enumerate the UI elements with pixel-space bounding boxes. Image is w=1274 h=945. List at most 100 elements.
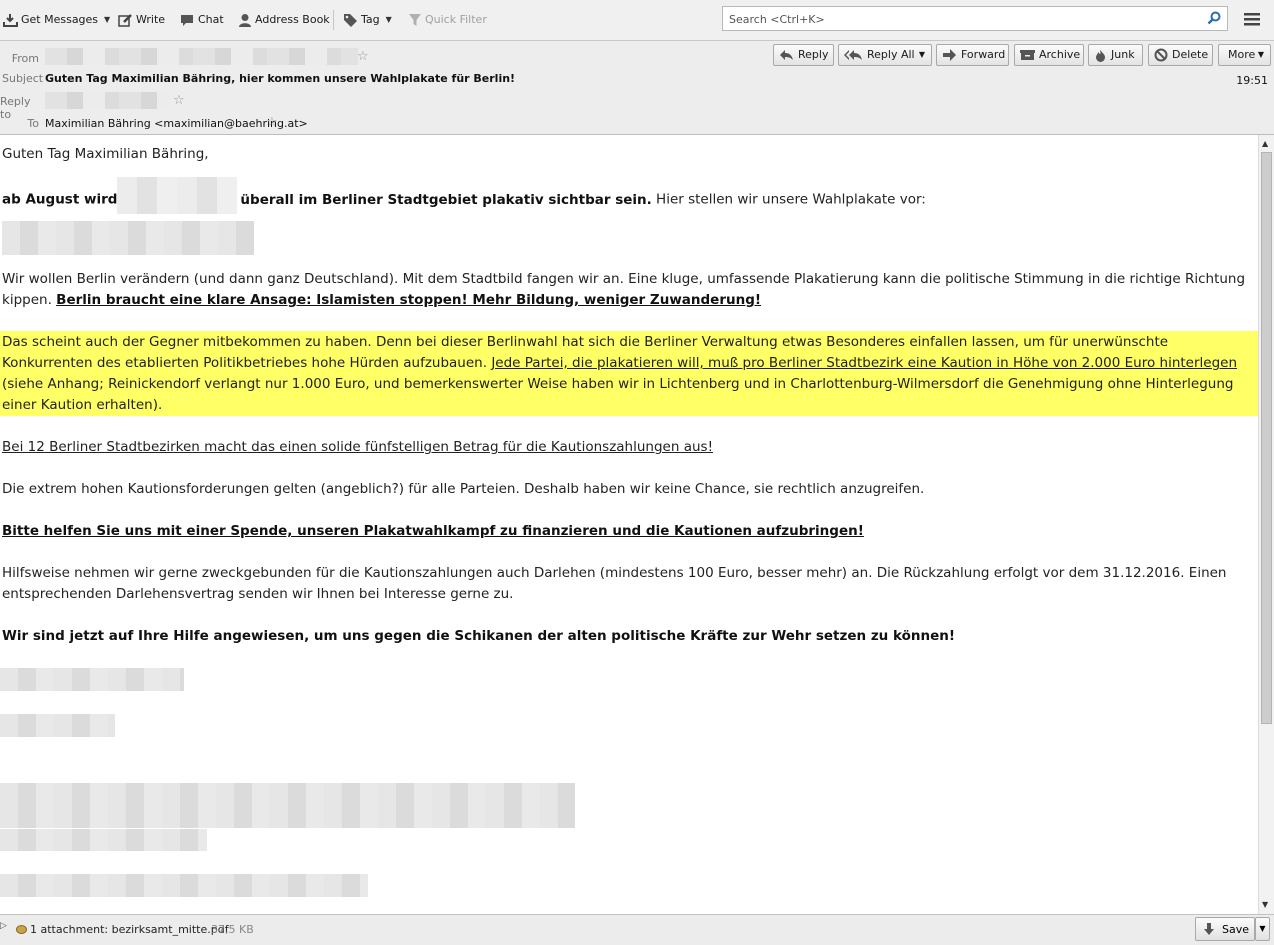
scroll-down-icon[interactable]: ▼: [1262, 900, 1268, 909]
star-icon[interactable]: ☆: [266, 116, 278, 129]
deposit-underlined: Jede Partei, die plakatieren will, muß p…: [491, 355, 1238, 371]
address-book-label: Address Book: [255, 13, 330, 26]
chat-bubble-icon: [181, 15, 193, 26]
chat-button[interactable]: Chat: [179, 11, 224, 29]
signature-redacted-1: [0, 668, 184, 691]
message-body: Guten Tag Maximilian Bähring, ab August …: [0, 135, 1258, 914]
star-icon[interactable]: ☆: [357, 50, 369, 63]
deposit-rest: (siehe Anhang; Reinickendorf verlangt nu…: [2, 376, 1234, 413]
reply-all-button[interactable]: Reply All ▼: [838, 44, 932, 66]
message-time: 19:51: [1236, 74, 1268, 87]
expand-triangle-icon[interactable]: ▷: [0, 921, 7, 931]
signature-redacted-3: [0, 783, 575, 828]
scroll-thumb[interactable]: [1261, 152, 1272, 724]
change-berlin-slogan: Berlin braucht eine klare Ansage: Islami…: [56, 292, 762, 308]
get-messages-label: Get Messages: [21, 13, 99, 26]
greeting-text: Guten Tag Maximilian Bähring,: [2, 146, 209, 162]
greeting: Guten Tag Maximilian Bähring,: [2, 144, 1256, 165]
write-button[interactable]: Write: [118, 11, 165, 29]
delete-label: Delete: [1172, 48, 1209, 61]
chevron-down-icon: ▼: [1259, 924, 1266, 933]
search-input[interactable]: [727, 10, 1201, 29]
paragraph-deposit: Das scheint auch der Gegner mitbekommen …: [2, 332, 1256, 416]
pencil-icon: [118, 14, 132, 27]
delete-button[interactable]: Delete: [1148, 44, 1213, 66]
app-menu-button[interactable]: [1243, 11, 1261, 30]
quick-filter-button[interactable]: Quick Filter: [408, 11, 487, 29]
to-label: To: [27, 117, 39, 130]
reply-arrow-icon: [780, 50, 793, 60]
tag-icon: [344, 14, 357, 27]
all-parties-text: Die extrem hohen Kautionsforderungen gel…: [2, 481, 925, 497]
download-arrow-icon: [1204, 922, 1214, 935]
search-icon[interactable]: [1207, 11, 1221, 25]
subject-label: Subject: [2, 72, 44, 85]
reply-button[interactable]: Reply: [773, 44, 834, 66]
paragraph-intro: ab August wird überall im Berliner Stadtg…: [2, 177, 1256, 214]
intro-bold-b: überall im Berliner Stadtgebiet plakativ…: [240, 191, 652, 208]
scroll-up-icon[interactable]: ▲: [1262, 139, 1268, 148]
attachment-bar: ▷ 1 attachment: bezirksamt_mitte.pdf 37,…: [0, 914, 1274, 945]
junk-flame-icon: [1096, 49, 1105, 62]
hamburger-menu-icon: [1244, 13, 1260, 26]
loans-text: Hilfsweise nehmen wir gerne zweckgebunde…: [2, 565, 1227, 602]
download-icon: [3, 14, 18, 27]
forward-arrow-icon: [943, 49, 956, 61]
save-dropdown-button[interactable]: ▼: [1255, 917, 1270, 941]
reply-label: Reply: [798, 48, 829, 61]
archive-button[interactable]: Archive: [1014, 44, 1084, 66]
paragraph-closing: Wir sind jetzt auf Ihre Hilfe angewiesen…: [2, 626, 1256, 647]
from-label: From: [11, 52, 39, 65]
chevron-down-icon[interactable]: ▼: [104, 11, 110, 29]
main-toolbar: Get Messages ▼ Write Chat Address Book T…: [0, 0, 1274, 41]
save-attachment-button[interactable]: Save: [1195, 917, 1255, 941]
attachment-size: 37,5 KB: [211, 923, 254, 936]
search-box[interactable]: [722, 6, 1228, 31]
more-button[interactable]: More ▼: [1218, 44, 1271, 66]
paragraph-districts: Bei 12 Berliner Stadtbezirken macht das …: [2, 437, 1256, 458]
tag-label: Tag: [361, 13, 380, 26]
write-label: Write: [136, 13, 166, 26]
tag-button[interactable]: Tag ▼: [343, 11, 392, 29]
toolbar-separator: [333, 10, 334, 30]
more-label: More: [1228, 48, 1256, 61]
archive-box-icon: [1020, 50, 1035, 60]
reply-all-label: Reply All: [867, 48, 915, 61]
poster-image-redacted: [2, 221, 254, 255]
reply-to-value-redacted: [45, 92, 170, 109]
signature-redacted-2: [0, 714, 115, 737]
chevron-down-icon[interactable]: ▼: [386, 11, 392, 29]
junk-label: Junk: [1111, 48, 1135, 61]
get-messages-button[interactable]: Get Messages ▼: [3, 11, 110, 29]
address-book-button[interactable]: Address Book: [238, 11, 330, 29]
signature-redacted-5: [0, 874, 368, 897]
paragraph-all-parties: Die extrem hohen Kautionsforderungen gel…: [2, 479, 1256, 500]
junk-button[interactable]: Junk: [1088, 44, 1143, 66]
delete-circle-icon: [1154, 48, 1168, 62]
quick-filter-label: Quick Filter: [425, 13, 487, 26]
signature-redacted-4: [0, 829, 207, 851]
districts-text: Bei 12 Berliner Stadtbezirken macht das …: [2, 439, 713, 455]
party-name-redacted: [117, 177, 238, 214]
from-value-redacted: [45, 48, 358, 65]
paragraph-donation-appeal: Bitte helfen Sie uns mit einer Spende, u…: [2, 521, 1256, 542]
forward-button[interactable]: Forward: [936, 44, 1009, 66]
message-header: From ☆ Subject Guten Tag Maximilian Bähr…: [0, 41, 1274, 135]
paperclip-icon: [16, 925, 27, 934]
forward-label: Forward: [961, 48, 1006, 61]
chevron-down-icon[interactable]: ▼: [919, 45, 925, 65]
subject-value: Guten Tag Maximilian Bähring, hier komme…: [45, 72, 516, 85]
closing-text: Wir sind jetzt auf Ihre Hilfe angewiesen…: [2, 628, 956, 644]
archive-label: Archive: [1039, 48, 1081, 61]
vertical-scrollbar[interactable]: ▲ ▼: [1258, 135, 1274, 914]
intro-rest: Hier stellen wir unsere Wahlplakate vor:: [651, 191, 926, 208]
paragraph-loans: Hilfsweise nehmen wir gerne zweckgebunde…: [2, 563, 1256, 605]
star-icon[interactable]: ☆: [173, 94, 185, 107]
contact-icon: [239, 14, 251, 27]
chevron-down-icon: ▼: [1257, 50, 1264, 59]
attachment-label[interactable]: 1 attachment: bezirksamt_mitte.pdf: [30, 923, 229, 936]
paragraph-change-berlin: Wir wollen Berlin verändern (und dann ga…: [2, 269, 1256, 311]
intro-bold-a: ab August wird: [2, 191, 118, 208]
donation-appeal-text: Bitte helfen Sie uns mit einer Spende, u…: [2, 523, 864, 539]
save-label: Save: [1222, 922, 1250, 936]
